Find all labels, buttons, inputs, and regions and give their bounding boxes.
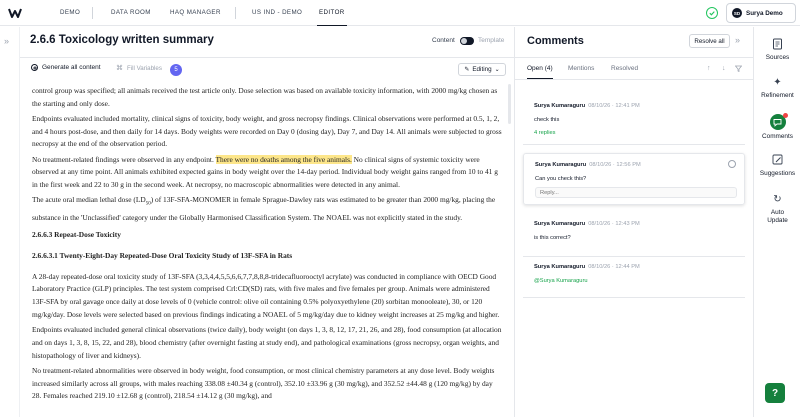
comment-divider [523, 144, 745, 145]
paragraph: The acute oral median lethal dose (LD50)… [32, 195, 496, 222]
comment-timestamp: 08/10/26 · 12:56 PM [589, 162, 641, 168]
panel-divider [515, 57, 754, 58]
comment-divider [523, 297, 745, 298]
comment-thread[interactable]: Surya Kumaraguru 08/10/26 · 12:43 PM is t… [523, 213, 745, 253]
right-tool-rail: Sources ✦ Refinement Comments Suggestion… [753, 27, 800, 417]
nav-tab-us-ind-demo[interactable]: US IND - DEMO [252, 0, 302, 26]
rail-item-refinement[interactable]: ✦ Refinement [754, 75, 800, 100]
rail-item-auto-update[interactable]: ↻ Auto Update [754, 192, 800, 225]
sparkle-icon: ✦ [773, 76, 782, 88]
template-mode-label: Template [478, 37, 505, 44]
chevron-down-icon: ⌄ [494, 67, 500, 73]
editing-mode-label: Editing [472, 66, 492, 73]
comment-author: Surya Kumaraguru [534, 103, 586, 109]
document-icon [771, 37, 785, 51]
refresh-icon: ↻ [773, 193, 782, 205]
pencil-icon: ✎ [464, 67, 470, 73]
comment-text: Can you check this? [535, 176, 587, 182]
avatar-icon: SD [732, 8, 742, 18]
editing-mode-dropdown[interactable]: ✎ Editing ⌄ [458, 63, 506, 76]
document-title: 2.6.6 Toxicology written summary [30, 34, 214, 46]
variables-count-badge: 5 [170, 64, 182, 76]
content-mode-label: Content [432, 37, 455, 44]
fill-variables-button[interactable]: ⌘ Fill Variables [116, 64, 162, 73]
nav-divider [92, 7, 93, 19]
rail-item-sources[interactable]: Sources [754, 37, 800, 61]
comments-panel-title: Comments [527, 35, 584, 47]
paragraph: No treatment-related findings were obser… [32, 154, 498, 190]
resolve-all-button[interactable]: Resolve all [689, 34, 730, 48]
panel-divider [515, 79, 754, 80]
nav-tab-haq-manager[interactable]: HAQ MANAGER [170, 0, 221, 26]
subsection-heading: 2.6.6.3.1 Twenty-Eight-Day Repeated-Dose… [32, 250, 293, 260]
rail-label: Refinement [761, 92, 794, 99]
arrow-up-icon[interactable]: ↑ [707, 65, 711, 72]
collapse-panel-icon[interactable]: » [735, 35, 740, 45]
user-name: Surya Demo [746, 9, 783, 17]
rail-label: Suggestions [759, 170, 796, 177]
check-circle-icon [706, 7, 718, 19]
paragraph: Endpoints evaluated included mortality, … [32, 114, 502, 149]
generate-all-content-label: Generate all content [42, 64, 101, 71]
fill-variables-label: Fill Variables [127, 64, 162, 72]
reply-input[interactable] [535, 187, 737, 198]
comment-author: Surya Kumaraguru [534, 221, 586, 227]
rail-label: Auto Update [767, 209, 788, 224]
comment-text: is this correct? [534, 235, 571, 241]
header-divider [20, 57, 514, 58]
comment-author: Surya Kumaraguru [535, 162, 587, 168]
highlighted-comment-text[interactable]: There were no deaths among the five anim… [215, 154, 352, 164]
nav-tab-editor[interactable]: EDITOR [317, 0, 347, 26]
rail-label: Comments [762, 133, 793, 140]
sidebar-divider [19, 27, 20, 417]
comment-timestamp: 08/10/26 · 12:41 PM [588, 103, 640, 109]
comment-author: Surya Kumaraguru [534, 264, 586, 270]
expand-sidebar-icon[interactable]: » [4, 36, 9, 46]
paragraph: control group was specified; all animals… [32, 86, 498, 108]
comment-text: check this [534, 117, 560, 123]
comment-thread[interactable]: Surya Kumaraguru 08/10/26 · 12:44 PM @Sur… [523, 256, 745, 296]
chat-bubble-icon [769, 113, 788, 130]
rail-label: Sources [765, 54, 790, 61]
tab-mentions[interactable]: Mentions [568, 65, 594, 78]
comment-thread-active[interactable]: Surya Kumaraguru 08/10/26 · 12:56 PM Can … [523, 153, 745, 205]
wave-logo-icon[interactable] [8, 6, 24, 20]
top-navigation-bar: DEMO DATA ROOM HAQ MANAGER US IND - DEMO… [0, 0, 800, 26]
comment-timestamp: 08/10/26 · 12:43 PM [588, 221, 640, 227]
nav-tab-demo[interactable]: DEMO [60, 0, 80, 26]
section-heading: 2.6.6.3 Repeat-Dose Toxicity [32, 230, 121, 240]
nav-divider [235, 7, 236, 19]
rail-item-comments[interactable]: Comments [754, 113, 800, 140]
edit-icon [771, 153, 785, 167]
content-template-toggle[interactable] [460, 37, 474, 45]
document-scrollbar[interactable] [508, 84, 511, 124]
arrow-down-icon[interactable]: ↓ [722, 65, 726, 72]
comment-timestamp: 08/10/26 · 12:44 PM [588, 264, 640, 270]
filter-icon[interactable] [734, 65, 743, 74]
resolve-comment-icon[interactable] [728, 160, 736, 168]
help-button[interactable]: ? [765, 383, 785, 403]
tab-open-comments[interactable]: Open (4) [527, 65, 553, 79]
generate-all-content-button[interactable]: Generate all content [31, 64, 101, 71]
tab-resolved[interactable]: Resolved [611, 65, 638, 78]
nav-tab-data-room[interactable]: DATA ROOM [111, 0, 151, 26]
paragraph: No treatment-related abnormalities were … [32, 365, 495, 401]
variables-icon: ⌘ [116, 65, 123, 72]
replies-link[interactable]: 4 replies [534, 130, 556, 136]
document-editor-body[interactable]: control group was specified; all animals… [32, 85, 502, 417]
comment-thread[interactable]: Surya Kumaraguru 08/10/26 · 12:41 PM chec… [523, 95, 745, 147]
comment-mention[interactable]: @Surya Kumaraguru [534, 278, 588, 284]
comments-panel: Comments Resolve all » Open (4) Mentions… [514, 27, 754, 417]
user-menu-button[interactable]: SD Surya Demo [726, 3, 796, 23]
paragraph: A 28-day repeated-dose oral toxicity stu… [32, 271, 500, 319]
paragraph: Endpoints evaluated included general cli… [32, 325, 502, 360]
rail-item-suggestions[interactable]: Suggestions [754, 153, 800, 177]
notification-dot [782, 113, 788, 118]
plus-circle-icon [31, 64, 38, 71]
